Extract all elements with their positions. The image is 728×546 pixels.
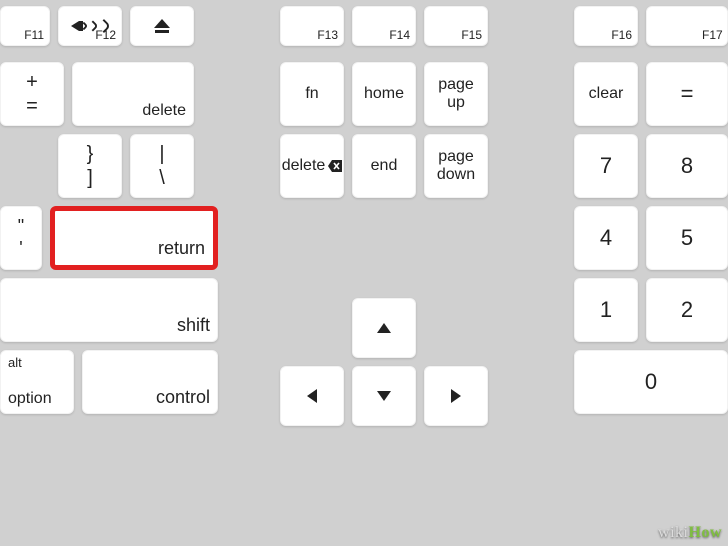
- key-label: 7: [574, 134, 638, 198]
- key-fn[interactable]: fn: [280, 62, 344, 126]
- arrow-down-icon: [352, 366, 416, 426]
- key-f13[interactable]: F13: [280, 6, 344, 46]
- label-bottom: \: [159, 166, 165, 190]
- key-control[interactable]: control: [82, 350, 218, 414]
- key-delete[interactable]: delete: [72, 62, 194, 126]
- key-label: F13: [317, 29, 338, 42]
- key-label-alt: alt: [8, 356, 22, 370]
- key-f15[interactable]: F15: [424, 6, 488, 46]
- key-page-down[interactable]: page down: [424, 134, 488, 198]
- key-home[interactable]: home: [352, 62, 416, 126]
- key-label: option: [8, 390, 52, 408]
- key-forward-delete[interactable]: delete: [280, 134, 344, 198]
- eject-icon: [130, 6, 194, 46]
- key-label-stack: + =: [0, 62, 64, 126]
- key-numpad-5[interactable]: 5: [646, 206, 728, 270]
- key-label: 2: [646, 278, 728, 342]
- label-top: ": [18, 216, 24, 238]
- label-text: delete: [282, 157, 326, 175]
- watermark: wikiHow: [658, 524, 722, 542]
- key-plus-equals[interactable]: + =: [0, 62, 64, 126]
- key-numpad-8[interactable]: 8: [646, 134, 728, 198]
- key-label: fn: [280, 62, 344, 126]
- label-bottom: ]: [87, 166, 93, 190]
- key-numpad-0[interactable]: 0: [574, 350, 728, 414]
- key-numpad-2[interactable]: 2: [646, 278, 728, 342]
- key-label: end: [352, 134, 416, 198]
- key-label: control: [156, 388, 210, 408]
- key-eject[interactable]: [130, 6, 194, 46]
- key-label: F17: [702, 29, 723, 42]
- key-label: F16: [611, 29, 632, 42]
- label-top: page: [438, 76, 474, 94]
- key-bracket-close[interactable]: } ]: [58, 134, 122, 198]
- key-f17[interactable]: F17: [646, 6, 728, 46]
- key-return[interactable]: return: [50, 206, 218, 270]
- label-bottom: ': [19, 238, 22, 260]
- key-label-stack: } ]: [58, 134, 122, 198]
- key-label: shift: [177, 316, 210, 336]
- key-label: page up: [424, 62, 488, 126]
- key-label: 5: [646, 206, 728, 270]
- key-label: 1: [574, 278, 638, 342]
- key-label: 8: [646, 134, 728, 198]
- label-top: |: [159, 142, 164, 166]
- key-shift[interactable]: shift: [0, 278, 218, 342]
- delete-icon: [328, 160, 342, 172]
- key-label: =: [646, 62, 728, 126]
- label-bottom: down: [437, 166, 475, 184]
- key-option[interactable]: alt option: [0, 350, 74, 414]
- key-quote[interactable]: " ': [0, 206, 42, 270]
- arrow-right-icon: [424, 366, 488, 426]
- key-label: F11: [24, 29, 44, 42]
- label-top: }: [87, 142, 94, 166]
- key-arrow-up[interactable]: [352, 298, 416, 358]
- key-label: F15: [461, 29, 482, 42]
- key-numpad-1[interactable]: 1: [574, 278, 638, 342]
- key-numpad-7[interactable]: 7: [574, 134, 638, 198]
- key-label: return: [158, 239, 205, 259]
- label-top: page: [438, 148, 474, 166]
- key-f12[interactable]: F12: [58, 6, 122, 46]
- key-label: clear: [574, 62, 638, 126]
- key-page-up[interactable]: page up: [424, 62, 488, 126]
- key-label: F12: [95, 29, 116, 42]
- key-label: F14: [389, 29, 410, 42]
- key-label: home: [352, 62, 416, 126]
- key-end[interactable]: end: [352, 134, 416, 198]
- key-f16[interactable]: F16: [574, 6, 638, 46]
- watermark-how: How: [689, 524, 723, 541]
- label-top: +: [26, 70, 38, 94]
- key-f14[interactable]: F14: [352, 6, 416, 46]
- watermark-wiki: wiki: [658, 524, 688, 541]
- key-arrow-right[interactable]: [424, 366, 488, 426]
- key-arrow-down[interactable]: [352, 366, 416, 426]
- key-label: delete: [142, 102, 186, 120]
- key-label: page down: [424, 134, 488, 198]
- key-label: 4: [574, 206, 638, 270]
- key-arrow-left[interactable]: [280, 366, 344, 426]
- key-numpad-4[interactable]: 4: [574, 206, 638, 270]
- key-label-stack: | \: [130, 134, 194, 198]
- key-numpad-equals[interactable]: =: [646, 62, 728, 126]
- key-clear[interactable]: clear: [574, 62, 638, 126]
- key-backslash[interactable]: | \: [130, 134, 194, 198]
- label-bottom: up: [447, 94, 465, 112]
- key-label: delete: [280, 134, 344, 198]
- label-bottom: =: [26, 94, 38, 118]
- key-f11[interactable]: F11: [0, 6, 50, 46]
- key-label-stack: " ': [0, 206, 42, 270]
- arrow-left-icon: [280, 366, 344, 426]
- key-label: 0: [574, 350, 728, 414]
- arrow-up-icon: [352, 298, 416, 358]
